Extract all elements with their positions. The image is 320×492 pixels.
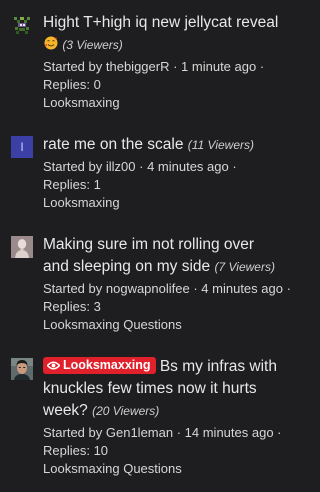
separator: · [135, 159, 148, 174]
reply-count: Replies: 1 [43, 177, 101, 192]
separator: · [256, 59, 265, 74]
thread-item: Making sure im not rolling over and slee… [0, 234, 291, 334]
forum-link[interactable]: Looksmaxing [43, 94, 282, 112]
thread-time[interactable]: 1 minute ago [181, 59, 256, 74]
author-link[interactable]: nogwapnolifee [106, 281, 190, 296]
author-link[interactable]: illz00 [106, 159, 136, 174]
forum-link[interactable]: Looksmaxing [43, 194, 282, 212]
thread-item: Hight T+high iq new jellycat reveal (3 V… [0, 12, 290, 112]
thread-meta: Started by thebiggerR · 1 minute ago · R… [43, 58, 282, 94]
started-by-label: Started by [43, 281, 106, 296]
author-link[interactable]: thebiggerR [106, 59, 170, 74]
man-portrait-avatar[interactable] [11, 358, 33, 380]
forum-link[interactable]: Looksmaxing Questions [43, 316, 282, 334]
thread-list: Hight T+high iq new jellycat reveal (3 V… [0, 0, 291, 492]
thread-item: Looksmaxxing Bs my infras with knuckles … [0, 356, 290, 478]
thread-meta: Started by nogwapnolifee · 4 minutes ago… [43, 280, 291, 316]
eye-icon [47, 361, 60, 369]
separator: · [169, 59, 182, 74]
forum-link[interactable]: Looksmaxing Questions [43, 460, 282, 478]
thread-time[interactable]: 14 minutes ago [185, 425, 274, 440]
statue-icon [11, 236, 33, 258]
reply-count: Replies: 10 [43, 443, 109, 458]
started-by-label: Started by [43, 425, 106, 440]
started-by-label: Started by [43, 59, 106, 74]
started-by-label: Started by [43, 159, 106, 174]
separator: · [282, 281, 291, 296]
smiling-face-with-hearts-emoji-icon [44, 35, 58, 50]
thread-title[interactable]: rate me on the scale [43, 136, 183, 153]
viewer-count: (3 Viewers) [62, 38, 123, 52]
reply-count: Replies: 3 [43, 299, 101, 314]
separator: · [273, 425, 282, 440]
thread-title[interactable]: Hight T+high iq new jellycat reveal [43, 14, 278, 31]
pixel-creature-icon [11, 14, 33, 36]
pixel-creature-avatar[interactable] [11, 14, 33, 36]
thread-meta: Started by illz00 · 4 minutes ago · Repl… [43, 158, 282, 194]
separator: · [173, 425, 185, 440]
man-portrait-icon [11, 358, 33, 380]
author-link[interactable]: Gen1leman [106, 425, 173, 440]
viewer-count: (20 Viewers) [92, 404, 160, 418]
prefix-badge[interactable]: Looksmaxxing [43, 357, 156, 374]
thread-time[interactable]: 4 minutes ago [201, 281, 283, 296]
reply-count: Replies: 0 [43, 77, 101, 92]
thread-time[interactable]: 4 minutes ago [147, 159, 229, 174]
statue-avatar[interactable] [11, 236, 33, 258]
separator: · [228, 159, 237, 174]
viewer-count: (7 Viewers) [214, 260, 275, 274]
prefix-label: Looksmaxxing [63, 358, 151, 372]
thread-item: I rate me on the scale (11 Viewers) Star… [0, 134, 290, 212]
separator: · [189, 281, 202, 296]
viewer-count: (11 Viewers) [187, 138, 255, 152]
letter-avatar[interactable]: I [11, 136, 33, 158]
thread-meta: Started by Gen1leman · 14 minutes ago · … [43, 424, 282, 460]
